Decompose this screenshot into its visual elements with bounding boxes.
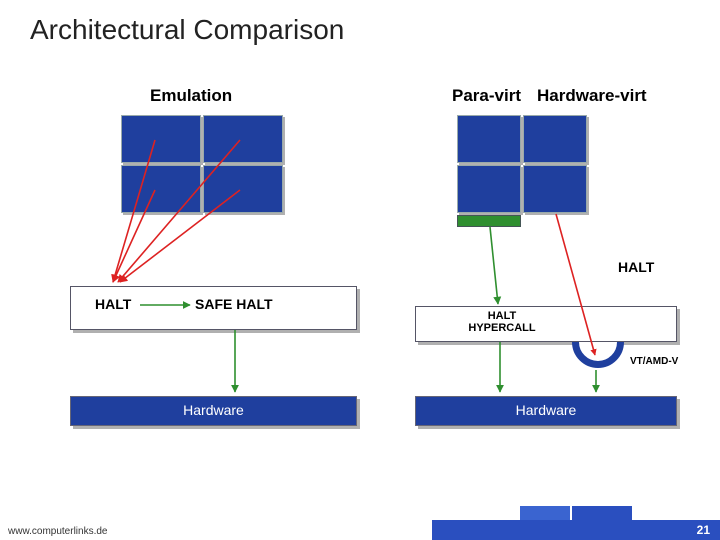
- label-vt-amd-v: VT/AMD-V: [630, 356, 678, 367]
- footer-url: www.computerlinks.de: [8, 526, 107, 537]
- footer-accent: [520, 506, 570, 520]
- label-safe-halt: SAFE HALT: [195, 296, 273, 312]
- label-halt-hypercall: HALT HYPERCALL: [462, 310, 542, 334]
- label-halt-right: HALT: [618, 259, 654, 275]
- vt-cutout-icon: [572, 342, 624, 368]
- heading-para-virt: Para-virt: [452, 86, 521, 106]
- heading-emulation: Emulation: [150, 86, 232, 106]
- vm-box: [523, 165, 587, 213]
- paravirt-shim: [457, 215, 521, 227]
- hypervisor-box: [415, 306, 677, 342]
- footer-accent: [572, 506, 632, 520]
- label-halt-left: HALT: [95, 296, 131, 312]
- page-number: 21: [697, 523, 710, 537]
- hardware-bar-left: Hardware: [70, 396, 357, 426]
- slide-title: Architectural Comparison: [30, 14, 344, 46]
- arrow-overlay: [0, 0, 720, 540]
- vm-box: [203, 165, 283, 213]
- vm-box: [457, 165, 521, 213]
- hardware-bar-right: Hardware: [415, 396, 677, 426]
- vm-box: [121, 115, 201, 163]
- vm-box: [457, 115, 521, 163]
- vm-box: [203, 115, 283, 163]
- heading-hardware-virt: Hardware-virt: [537, 86, 647, 106]
- vm-box: [121, 165, 201, 213]
- footer-bar: [0, 520, 720, 540]
- vm-box: [523, 115, 587, 163]
